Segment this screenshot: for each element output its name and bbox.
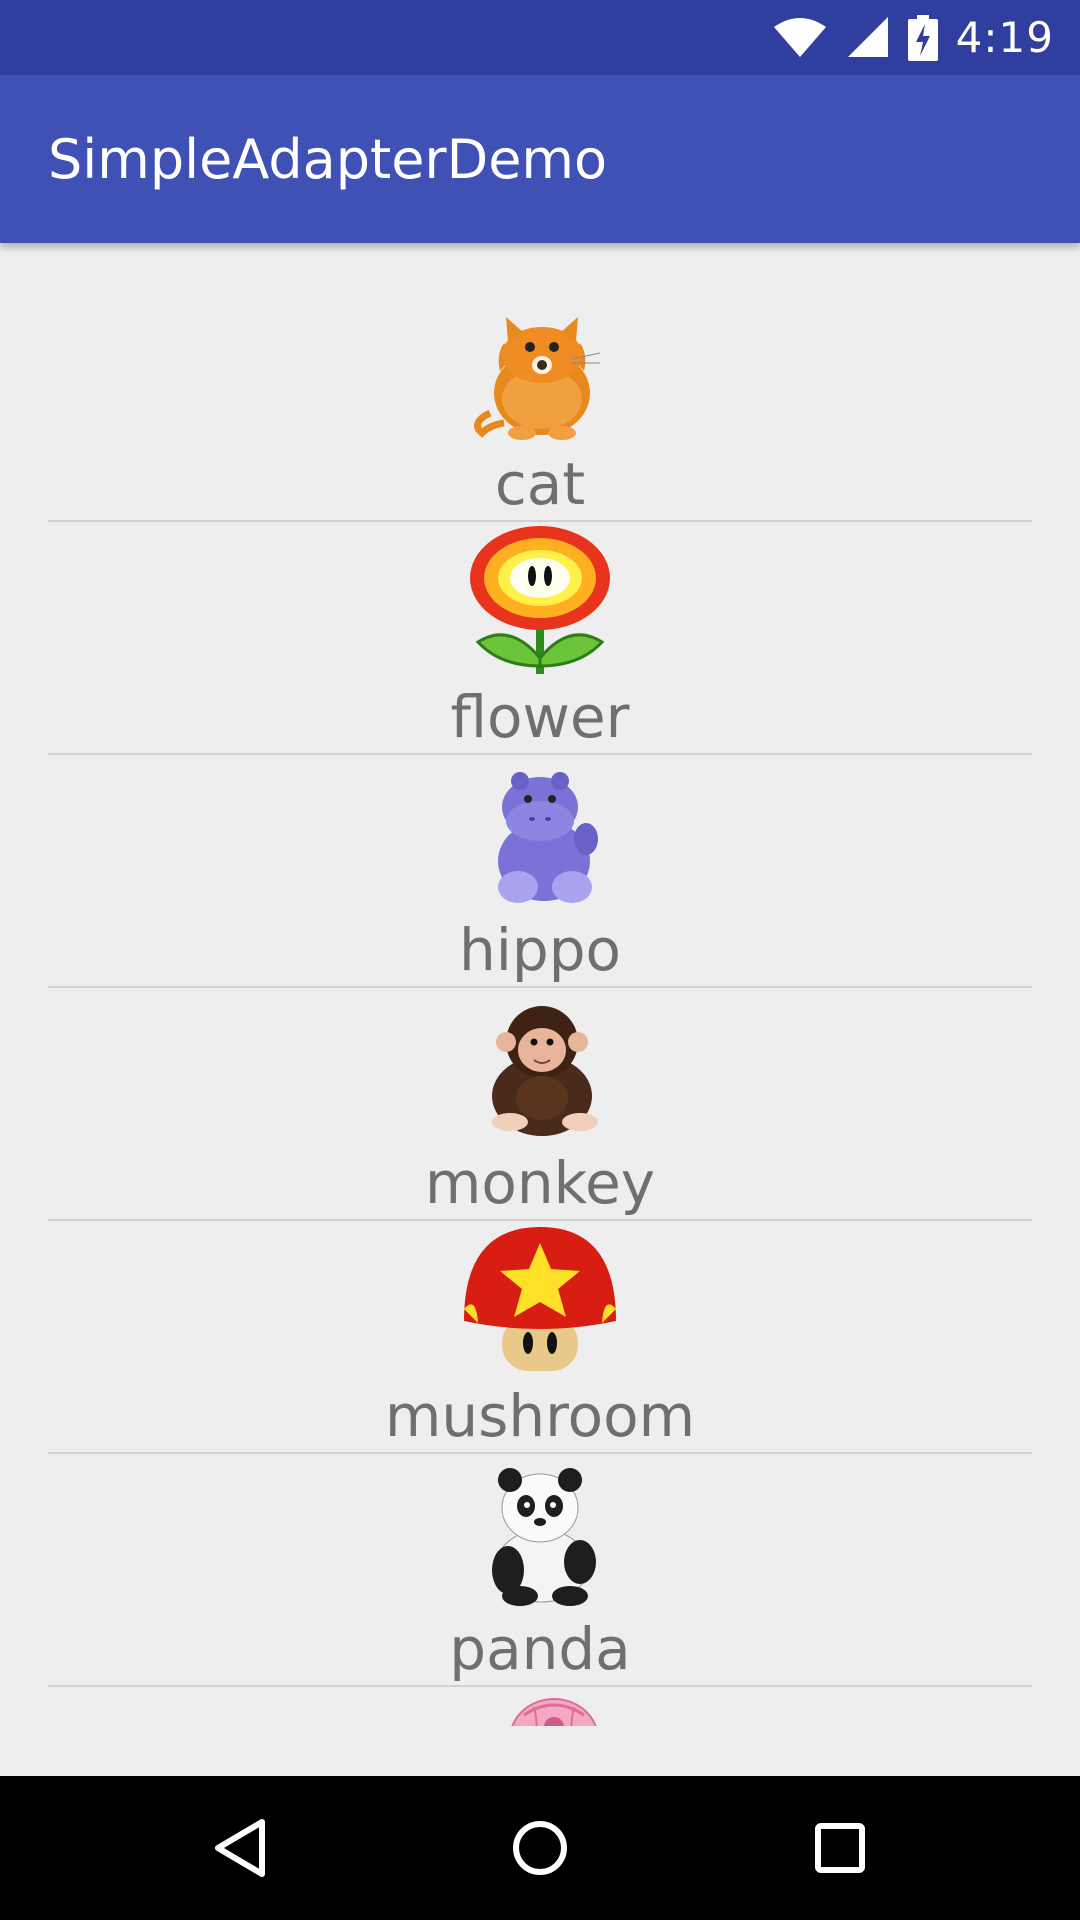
back-button[interactable]	[180, 1788, 300, 1908]
item-label: hippo	[459, 916, 621, 984]
back-icon	[215, 1819, 265, 1877]
recents-icon	[815, 1823, 865, 1873]
list-item-monkey[interactable]: monkey	[48, 988, 1032, 1221]
partially-visible-item-icon	[511, 1698, 597, 1726]
list-item-hippo[interactable]: hippo	[48, 755, 1032, 988]
wifi-icon	[773, 17, 826, 57]
item-label: panda	[449, 1615, 631, 1683]
list-item-flower[interactable]: flower	[48, 522, 1032, 755]
status-clock: 4:19	[955, 13, 1054, 62]
app-title: SimpleAdapterDemo	[48, 127, 608, 191]
item-label: monkey	[424, 1149, 656, 1217]
list-item-panda[interactable]: panda	[48, 1454, 1032, 1687]
item-label: cat	[494, 450, 586, 518]
flower-icon	[470, 526, 610, 674]
list-item-mushroom[interactable]: mushroom	[48, 1221, 1032, 1454]
home-button[interactable]	[480, 1788, 600, 1908]
cell-signal-icon	[847, 16, 888, 57]
list-item-cat[interactable]: cat	[48, 289, 1032, 522]
monkey-icon	[492, 1006, 598, 1136]
app-bar: SimpleAdapterDemo	[0, 75, 1080, 243]
list-item-partial[interactable]	[48, 1687, 1032, 1726]
item-label: mushroom	[384, 1382, 696, 1450]
status-bar: 4:19	[0, 0, 1080, 75]
hippo-icon	[498, 772, 598, 903]
panda-icon	[492, 1468, 596, 1606]
item-label: flower	[450, 683, 630, 751]
battery-charging-icon	[907, 14, 938, 61]
animal-list[interactable]: cat flower hippo monkey mushroom panda	[48, 289, 1032, 1726]
navigation-bar	[0, 1776, 1080, 1920]
cat-icon	[474, 317, 601, 440]
mushroom-icon	[464, 1227, 616, 1371]
home-icon	[513, 1821, 567, 1875]
recents-button[interactable]	[780, 1788, 900, 1908]
